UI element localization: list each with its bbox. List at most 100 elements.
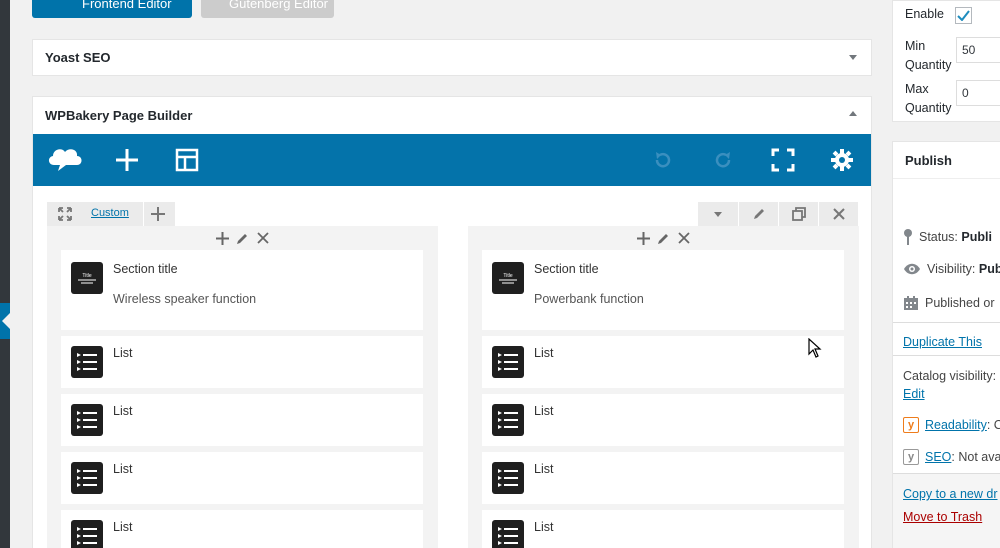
wpbakery-canvas: Custom Title Section title Wireless spea…: [33, 186, 871, 548]
status-value: Publi: [961, 230, 992, 244]
row-actions: [698, 202, 858, 226]
publish-divider: [893, 178, 1000, 179]
add-column-icon[interactable]: [143, 202, 171, 226]
element-name: List: [113, 462, 133, 476]
enable-label: Enable: [905, 7, 944, 21]
list-element[interactable]: List: [482, 452, 844, 504]
catalog-edit-link[interactable]: Edit: [903, 387, 925, 401]
yoast-seo-icon: y: [903, 449, 919, 465]
move-to-trash-link[interactable]: Move to Trash: [903, 510, 982, 524]
element-name: List: [534, 404, 554, 418]
column-add-icon[interactable]: [215, 230, 231, 246]
element-name: List: [113, 346, 133, 360]
visibility-row: Visibility: Pub: [903, 262, 1000, 276]
seo-link[interactable]: SEO: [925, 450, 951, 464]
status-row: Status: Publi: [903, 229, 992, 245]
title-icon: Title: [71, 262, 103, 294]
visibility-label: Visibility:: [927, 262, 976, 276]
column-delete-icon[interactable]: [676, 230, 692, 246]
row-toggle-icon[interactable]: [698, 202, 738, 226]
wpbakery-title: WPBakery Page Builder: [45, 108, 193, 123]
collapse-toggle-icon[interactable]: [849, 55, 857, 60]
yoast-seo-metabox[interactable]: Yoast SEO: [32, 39, 872, 76]
redo-icon[interactable]: [709, 146, 737, 174]
gutenberg-editor-button[interactable]: Gutenberg Editor: [201, 0, 334, 18]
max-quantity-label-line1: Max: [905, 82, 929, 96]
readability-value: : C: [986, 418, 1000, 432]
eye-icon: [904, 263, 920, 275]
element-name: List: [113, 520, 133, 534]
row-controls: Custom: [47, 202, 175, 226]
list-element[interactable]: List: [482, 510, 844, 548]
enable-checkbox[interactable]: [955, 7, 972, 24]
yoast-readability-icon: y: [903, 417, 919, 433]
list-icon: [492, 462, 524, 494]
list-element[interactable]: List: [482, 394, 844, 446]
undo-icon[interactable]: [649, 146, 677, 174]
title-icon-text: Title: [82, 273, 91, 279]
row-drag-icon[interactable]: [51, 202, 79, 226]
admin-menu-rail: [0, 0, 10, 548]
column-edit-pencil-icon[interactable]: [235, 230, 251, 246]
section-title-element[interactable]: Title Section title Powerbank function: [482, 250, 844, 330]
add-element-icon[interactable]: [113, 146, 141, 174]
row-edit-pencil-icon[interactable]: [738, 202, 778, 226]
publish-actions: Copy to a new dr Move to Trash: [893, 473, 1000, 548]
settings-gear-icon[interactable]: [828, 146, 856, 174]
templates-icon[interactable]: [173, 146, 201, 174]
title-icon: Title: [492, 262, 524, 294]
column-left: Title Section title Wireless speaker fun…: [47, 226, 438, 548]
title-icon-text: Title: [503, 273, 512, 279]
yoast-seo-title: Yoast SEO: [45, 50, 111, 65]
frontend-editor-button[interactable]: Frontend Editor: [32, 0, 192, 18]
column-controls: [47, 230, 438, 246]
row-clone-icon[interactable]: [778, 202, 818, 226]
column-controls: [468, 230, 859, 246]
row-layout-link[interactable]: Custom: [91, 207, 129, 219]
element-subtitle: Powerbank function: [534, 292, 644, 306]
min-quantity-input[interactable]: 50: [956, 37, 1000, 63]
element-name: List: [534, 462, 554, 476]
list-icon: [71, 462, 103, 494]
calendar-icon: [904, 296, 918, 310]
copy-to-draft-link[interactable]: Copy to a new dr: [903, 487, 998, 501]
list-element[interactable]: List: [61, 336, 423, 388]
quantity-settings-box: Enable Min Quantity 50 Max Quantity 0: [892, 0, 1000, 122]
list-icon: [71, 404, 103, 436]
wpbakery-logo-icon[interactable]: [45, 143, 85, 175]
seo-row: y SEO: Not ava: [903, 449, 1000, 465]
readability-link[interactable]: Readability: [925, 418, 987, 432]
published-on-text: Published or: [925, 296, 995, 310]
fullscreen-icon[interactable]: [769, 146, 797, 174]
checkmark-icon: [957, 10, 970, 21]
publish-box: Publish Status: Publi Visibility: Pub Pu…: [892, 141, 1000, 548]
element-name: Section title: [534, 262, 599, 276]
column-delete-icon[interactable]: [255, 230, 271, 246]
list-element[interactable]: List: [61, 394, 423, 446]
element-name: List: [534, 520, 554, 534]
list-element[interactable]: List: [61, 510, 423, 548]
list-icon: [71, 520, 103, 548]
publish-divider: [893, 355, 1000, 356]
column-edit-pencil-icon[interactable]: [656, 230, 672, 246]
list-icon: [492, 520, 524, 548]
duplicate-this-link[interactable]: Duplicate This: [903, 335, 982, 349]
publish-title: Publish: [905, 153, 952, 168]
list-element[interactable]: List: [482, 336, 844, 388]
active-menu-arrow-icon: [2, 313, 10, 329]
collapse-toggle-icon[interactable]: [849, 111, 857, 116]
visibility-value: Pub: [978, 262, 1000, 276]
element-name: List: [113, 404, 133, 418]
status-label: Status:: [919, 230, 958, 244]
row-delete-icon[interactable]: [818, 202, 858, 226]
readability-row: y Readability: C: [903, 417, 1000, 433]
max-quantity-input[interactable]: 0: [956, 80, 1000, 106]
list-element[interactable]: List: [61, 452, 423, 504]
max-quantity-label-line2: Quantity: [905, 101, 952, 115]
section-title-element[interactable]: Title Section title Wireless speaker fun…: [61, 250, 423, 330]
min-quantity-label-line1: Min: [905, 39, 926, 53]
seo-value: : Not ava: [951, 450, 1000, 464]
column-add-icon[interactable]: [636, 230, 652, 246]
element-name: List: [534, 346, 554, 360]
column-right: Title Section title Powerbank function L…: [468, 226, 859, 548]
